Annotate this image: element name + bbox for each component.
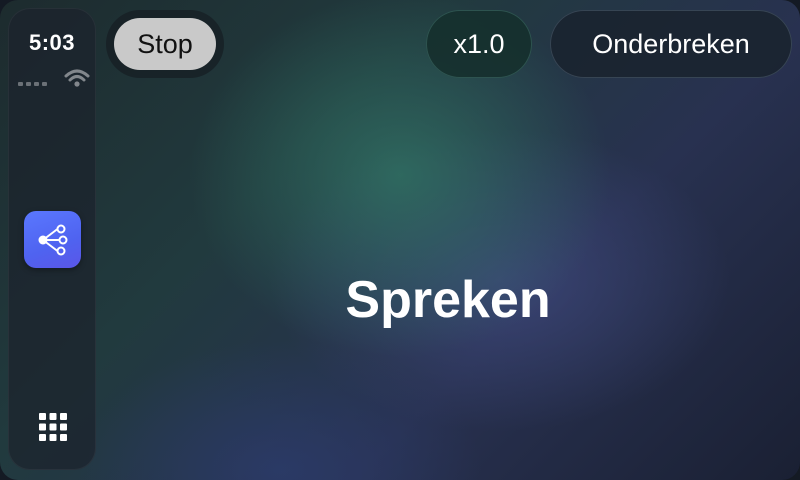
tree-branch-icon[interactable] — [24, 211, 81, 268]
carplay-screen: 5:03 Stop x1.0 Onderbreken Spreken — [0, 0, 800, 480]
speaking-status: Spreken — [345, 271, 551, 329]
status-time: 5:03 — [28, 30, 76, 55]
wifi-icon — [64, 69, 90, 87]
speed-button[interactable]: x1.0 — [426, 10, 532, 78]
tree-branch-glyph — [38, 224, 68, 256]
interrupt-button[interactable]: Onderbreken — [550, 10, 792, 78]
signal-bars-icon — [18, 82, 47, 86]
app-grid-icon[interactable] — [38, 412, 68, 442]
sidebar: 5:03 — [8, 8, 96, 470]
stop-button[interactable]: Stop — [114, 18, 216, 70]
status-indicators — [18, 68, 90, 90]
